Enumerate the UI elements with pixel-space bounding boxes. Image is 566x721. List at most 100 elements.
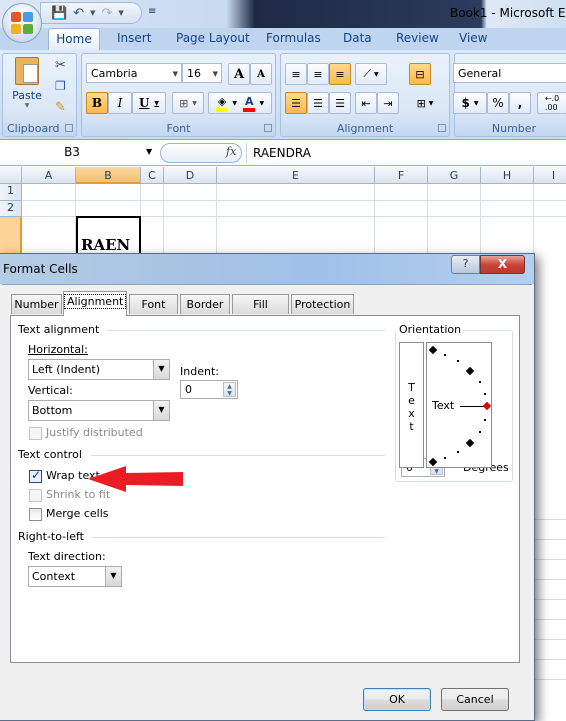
alignment-launcher-icon[interactable] [438, 124, 446, 132]
customize-qat-icon[interactable]: ≡ [148, 6, 156, 17]
font-name-combo[interactable]: Cambria ▼ [86, 63, 182, 83]
copy-icon[interactable]: ❐ [55, 79, 66, 93]
tab-insert[interactable]: Insert [117, 31, 151, 45]
percent-button[interactable]: % [487, 92, 509, 114]
number-format-combo[interactable]: General [453, 63, 566, 83]
text-alignment-heading: Text alignment [18, 323, 100, 336]
tab-protection[interactable]: Protection [291, 294, 354, 314]
vertical-text-toggle[interactable]: T e x t [399, 342, 424, 468]
tab-formulas[interactable]: Formulas [266, 31, 321, 45]
bold-button[interactable]: B [86, 92, 108, 114]
align-right-button[interactable]: ☰ [329, 92, 351, 114]
insert-function-icon[interactable]: fx [226, 145, 236, 158]
borders-button[interactable]: ⊞ ▼ [172, 92, 204, 114]
justify-distributed-label: Justify distributed [46, 426, 143, 439]
tab-font[interactable]: Font [129, 294, 178, 314]
chevron-down-icon[interactable]: ▼ [146, 147, 152, 156]
tab-page-layout[interactable]: Page Layout [176, 31, 250, 45]
dial-handle[interactable] [482, 401, 492, 411]
redo-icon[interactable]: ↷ [101, 7, 112, 20]
shrink-font-button[interactable]: A [250, 63, 272, 85]
format-painter-icon[interactable]: ✎ [55, 100, 66, 115]
tab-number[interactable]: Number [11, 294, 62, 314]
cut-icon[interactable]: ✂ [55, 58, 66, 73]
clipboard-launcher-icon[interactable] [65, 124, 73, 132]
percent-symbol: % [492, 96, 504, 110]
horizontal-label-text: Horizontal: [28, 343, 88, 356]
chevron-down-icon[interactable]: ▼ [105, 567, 121, 586]
column-header-d[interactable]: D [164, 167, 217, 184]
tab-view[interactable]: View [459, 31, 487, 45]
column-header-i[interactable]: I [534, 167, 566, 184]
paste-button[interactable]: Paste ▼ [9, 57, 45, 115]
undo-dropdown-icon[interactable]: ▼ [90, 9, 95, 17]
wrap-text-button[interactable]: ⊟ [409, 63, 431, 85]
shrink-to-fit-checkbox[interactable] [29, 489, 42, 502]
underline-button[interactable]: U ▼ [132, 92, 166, 114]
undo-icon[interactable]: ↶ [73, 7, 84, 20]
tab-home[interactable]: Home [48, 28, 100, 50]
merge-cells-label: Merge cells [46, 507, 109, 520]
ok-button[interactable]: OK [363, 688, 431, 711]
formula-input[interactable]: RAENDRA [246, 143, 566, 163]
merge-cells-checkbox[interactable] [29, 508, 42, 521]
spin-arrows-icon[interactable]: ▲▼ [223, 382, 236, 397]
orientation-button[interactable]: ⟋ ▼ [355, 63, 387, 85]
column-header-g[interactable]: G [428, 167, 481, 184]
font-color-icon[interactable]: A [242, 95, 256, 112]
tab-review[interactable]: Review [396, 31, 439, 45]
column-header-c[interactable]: C [141, 167, 164, 184]
chevron-down-icon[interactable]: ▼ [153, 401, 169, 420]
row-header-2[interactable]: 2 [0, 201, 22, 217]
decrease-indent-button[interactable]: ⇤ [355, 92, 377, 114]
wrap-text-checkbox[interactable] [29, 468, 42, 483]
fill-and-font-color-buttons[interactable]: ◈ ▼ A ▼ [208, 92, 272, 114]
font-size-combo[interactable]: 16 ▼ [182, 63, 222, 83]
top-align-button[interactable]: ≡ [285, 63, 307, 85]
column-header-e[interactable]: E [217, 167, 375, 184]
tab-data[interactable]: Data [343, 31, 372, 45]
ribbon-tabs: Home Insert Page Layout Formulas Data Re… [0, 28, 566, 50]
currency-button[interactable]: $ ▼ [453, 92, 487, 114]
justify-distributed-checkbox[interactable] [29, 427, 42, 440]
align-left-button[interactable]: ☰ [285, 92, 307, 114]
name-box[interactable]: B3 [0, 143, 158, 163]
font-launcher-icon[interactable] [264, 124, 272, 132]
fill-color-icon[interactable]: ◈ [215, 95, 229, 112]
column-header-f[interactable]: F [375, 167, 428, 184]
close-button[interactable]: X [480, 255, 525, 274]
vertical-select[interactable]: Bottom ▼ [28, 400, 170, 421]
office-button[interactable] [2, 3, 42, 43]
row-header-1[interactable]: 1 [0, 184, 22, 201]
grow-font-button[interactable]: A [228, 63, 250, 85]
select-all-corner[interactable] [0, 167, 22, 184]
orientation-dial[interactable]: Text [426, 342, 492, 468]
tab-alignment[interactable]: Alignment [63, 291, 127, 316]
tab-fill[interactable]: Fill [232, 294, 289, 314]
bottom-align-button[interactable]: ≡ [329, 63, 351, 85]
tab-protection-label: Protection [294, 298, 351, 311]
tab-border-label: Border [186, 298, 224, 311]
help-button[interactable]: ? [451, 255, 480, 274]
increase-indent-button[interactable]: ⇥ [377, 92, 399, 114]
redo-dropdown-icon[interactable]: ▼ [118, 9, 123, 17]
save-icon[interactable]: 💾 [51, 7, 67, 20]
horizontal-select[interactable]: Left (Indent) ▼ [28, 359, 170, 380]
column-header-a[interactable]: A [22, 167, 76, 184]
merge-center-button[interactable]: ⊞ ▼ [409, 92, 441, 114]
middle-align-button[interactable]: ≡ [307, 63, 329, 85]
chevron-down-icon[interactable]: ▼ [153, 360, 169, 379]
cancel-button[interactable]: Cancel [441, 688, 509, 711]
increase-decimal-button[interactable]: ⇠.0.00 [537, 92, 566, 114]
column-header-h[interactable]: H [481, 167, 534, 184]
vertical-value: Bottom [32, 404, 73, 417]
center-button[interactable]: ☰ [307, 92, 329, 114]
indent-spinner[interactable]: 0 ▲ ▼ [180, 380, 238, 399]
tab-border[interactable]: Border [180, 294, 230, 314]
vertical-label: Vertical: [28, 384, 73, 397]
text-direction-select[interactable]: Context ▼ [28, 566, 122, 587]
italic-button[interactable]: I [108, 92, 132, 114]
column-header-b[interactable]: B [76, 167, 141, 184]
comma-button[interactable]: , [509, 92, 531, 114]
dialog-title-bar[interactable]: Format Cells ? X [0, 254, 534, 284]
